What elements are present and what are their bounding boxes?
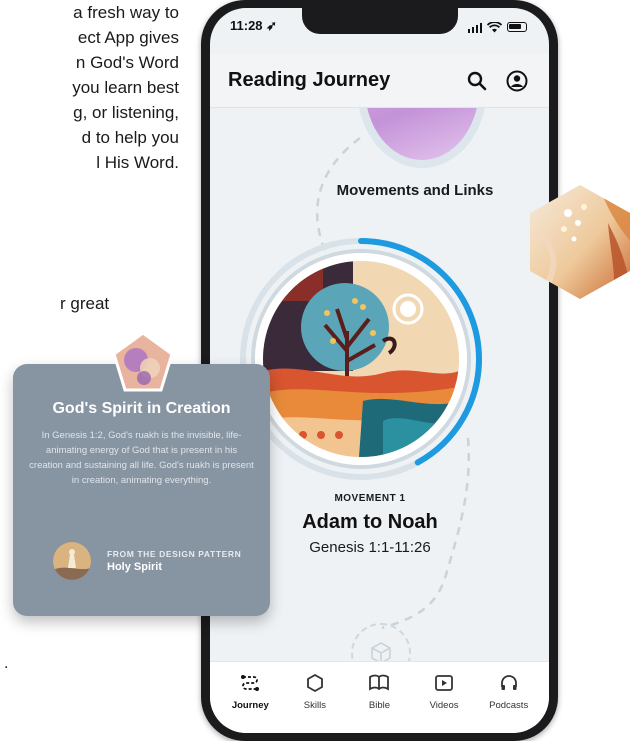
journey-icon xyxy=(239,672,261,694)
status-time: 11:28 ➶ xyxy=(230,18,278,33)
battery-icon xyxy=(507,22,527,32)
tab-skills[interactable]: Skills xyxy=(286,672,344,733)
tab-bar: Journey Skills Bible Videos Podcasts xyxy=(210,661,549,733)
tab-label: Podcasts xyxy=(489,700,529,711)
podcasts-icon xyxy=(498,672,520,694)
movement-reference: Genesis 1:1-11:26 xyxy=(309,539,431,556)
signal-icon xyxy=(467,22,482,33)
page-title: Reading Journey xyxy=(228,69,391,91)
bg-dot: . xyxy=(4,655,9,672)
background-copy: a fresh way to ect App gives n God's Wor… xyxy=(0,0,179,175)
creation-illustration xyxy=(263,261,459,457)
bible-icon xyxy=(368,672,390,694)
card-eyebrow: FROM THE DESIGN PATTERN xyxy=(107,549,242,559)
bg-line: you learn best xyxy=(72,78,179,97)
bg-line: ect App gives xyxy=(77,28,179,47)
floating-art-hexagon xyxy=(530,185,630,299)
tab-label: Skills xyxy=(303,700,326,711)
insight-card[interactable]: God's Spirit in Creation In Genesis 1:2,… xyxy=(13,364,270,616)
bg-line: a fresh way to xyxy=(73,3,179,22)
bg-line: d to help you xyxy=(81,128,179,147)
wifi-icon xyxy=(487,21,502,32)
bg-line: n God's Word xyxy=(75,53,179,72)
tab-label: Journey xyxy=(231,700,269,711)
tab-label: Bible xyxy=(368,700,391,711)
tab-journey[interactable]: Journey xyxy=(221,672,279,733)
movement-art[interactable] xyxy=(255,253,467,465)
movement-eyebrow: MOVEMENT 1 xyxy=(334,493,406,504)
card-pattern-name: Holy Spirit xyxy=(107,561,163,573)
design-pattern-link[interactable]: FROM THE DESIGN PATTERN Holy Spirit xyxy=(53,542,241,580)
tab-videos[interactable]: Videos xyxy=(415,672,473,733)
movement-title[interactable]: Adam to Noah xyxy=(250,511,490,534)
card-title: God's Spirit in Creation xyxy=(52,400,231,417)
app-header: Reading Journey xyxy=(210,54,549,108)
tab-bible[interactable]: Bible xyxy=(350,672,408,733)
profile-icon[interactable] xyxy=(503,67,531,95)
tab-podcasts[interactable]: Podcasts xyxy=(480,672,538,733)
bg-line-great: r great xyxy=(60,294,110,313)
search-icon[interactable] xyxy=(463,67,491,95)
tab-label: Videos xyxy=(429,700,459,711)
status-bar: 11:28 ➶ xyxy=(230,18,527,36)
skills-icon xyxy=(304,672,326,694)
holy-spirit-avatar xyxy=(53,542,91,580)
spirit-pattern-badge xyxy=(112,331,174,392)
card-body: In Genesis 1:2, God's ruakh is the invis… xyxy=(29,430,254,486)
prev-movement-title[interactable]: Movements and Links xyxy=(330,180,500,202)
videos-icon xyxy=(433,672,455,694)
bg-line: l His Word. xyxy=(96,153,179,172)
bg-line: g, or listening, xyxy=(73,103,179,122)
